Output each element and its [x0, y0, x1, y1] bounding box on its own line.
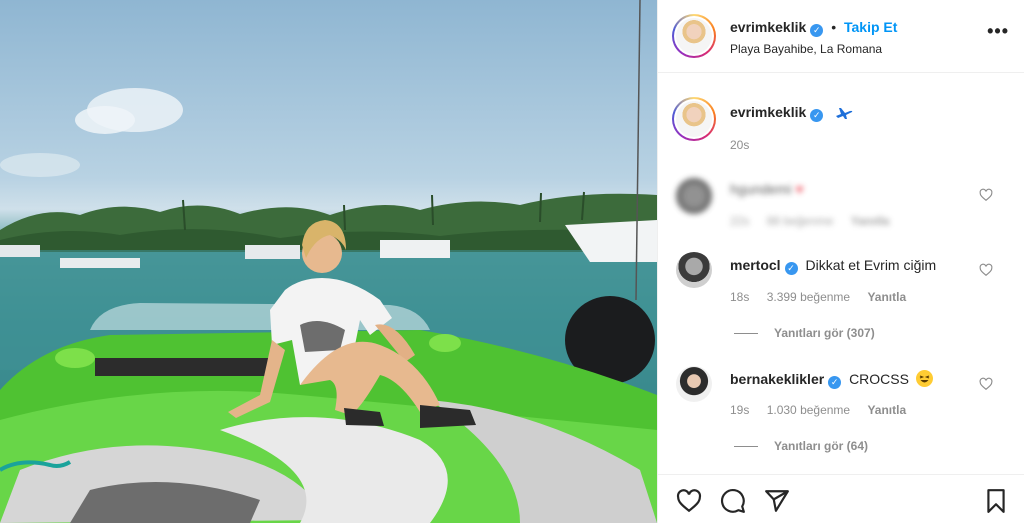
heart-icon[interactable]: [979, 263, 993, 277]
airplane-icon: [835, 104, 853, 123]
verified-badge-icon: ✓: [828, 376, 842, 389]
caption-username[interactable]: evrimkeklik: [730, 104, 806, 120]
view-replies-button[interactable]: Yanıtları gör (307): [734, 326, 875, 340]
comment-time: 22s: [730, 214, 750, 228]
heart-icon[interactable]: [979, 188, 993, 202]
caption-line: evrimkeklik ✓: [730, 104, 853, 123]
reply-button[interactable]: Yanıtla: [851, 214, 890, 228]
comment-likes[interactable]: 88 beğenme: [767, 214, 834, 228]
photo-illustration: [0, 0, 657, 523]
post-action-bar: [658, 474, 1024, 523]
verified-badge-icon: ✓: [810, 109, 824, 122]
comment-username[interactable]: hgundemi: [730, 181, 792, 197]
comment-avatar[interactable]: [676, 178, 712, 214]
verified-badge-icon: ✓: [784, 262, 798, 275]
comment-text: bernakeklikler ✓ CROCSS: [730, 370, 933, 389]
author-avatar[interactable]: [672, 14, 716, 58]
heart-icon[interactable]: [676, 488, 702, 514]
comment-time: 18s: [730, 290, 750, 304]
separator-dot: •: [831, 19, 837, 35]
comment-time: 19s: [730, 403, 750, 417]
verified-badge-icon: ✓: [810, 24, 824, 37]
comment-username[interactable]: mertocl: [730, 257, 781, 273]
reply-button[interactable]: Yanıtla: [867, 290, 906, 304]
laughing-emoji-icon: [915, 370, 933, 387]
heart-emoji: ♥: [795, 181, 804, 197]
author-username[interactable]: evrimkeklik: [730, 19, 806, 35]
comment-text: mertocl ✓ Dikkat et Evrim ciğim: [730, 257, 936, 275]
comment-likes[interactable]: 3.399 beğenme: [767, 290, 850, 304]
comment-icon[interactable]: [720, 488, 746, 514]
comment-meta: 22s 88 beğenme Yanıtla: [730, 214, 903, 228]
comment-text: hgundemi ♥: [730, 181, 804, 197]
more-icon[interactable]: •••: [987, 22, 1009, 40]
comment-likes[interactable]: 1.030 beğenme: [767, 403, 850, 417]
comment-username[interactable]: bernakeklikler: [730, 371, 824, 387]
share-icon[interactable]: [764, 488, 790, 514]
follow-button[interactable]: Takip Et: [844, 19, 897, 35]
comment-avatar[interactable]: [676, 252, 712, 288]
caption-time: 20s: [730, 138, 750, 152]
comment-body: CROCSS: [849, 371, 909, 387]
comment-avatar[interactable]: [676, 366, 712, 402]
post-header: evrimkeklik ✓ • Takip Et Playa Bayahibe, …: [658, 0, 1024, 73]
heart-icon[interactable]: [979, 377, 993, 391]
caption-avatar[interactable]: [672, 97, 716, 141]
view-replies-button[interactable]: Yanıtları gör (64): [734, 439, 868, 453]
post-photo[interactable]: [0, 0, 657, 523]
comment-body: Dikkat et Evrim ciğim: [805, 257, 937, 273]
post-side-panel: evrimkeklik ✓ • Takip Et Playa Bayahibe, …: [657, 0, 1024, 523]
header-title-line: evrimkeklik ✓ • Takip Et: [730, 19, 897, 37]
comment-meta: 18s 3.399 beğenme Yanıtla: [730, 290, 920, 304]
comment-meta: 19s 1.030 beğenme Yanıtla: [730, 403, 920, 417]
bookmark-icon[interactable]: [983, 488, 1009, 514]
reply-button[interactable]: Yanıtla: [867, 403, 906, 417]
post-location[interactable]: Playa Bayahibe, La Romana: [730, 42, 882, 56]
